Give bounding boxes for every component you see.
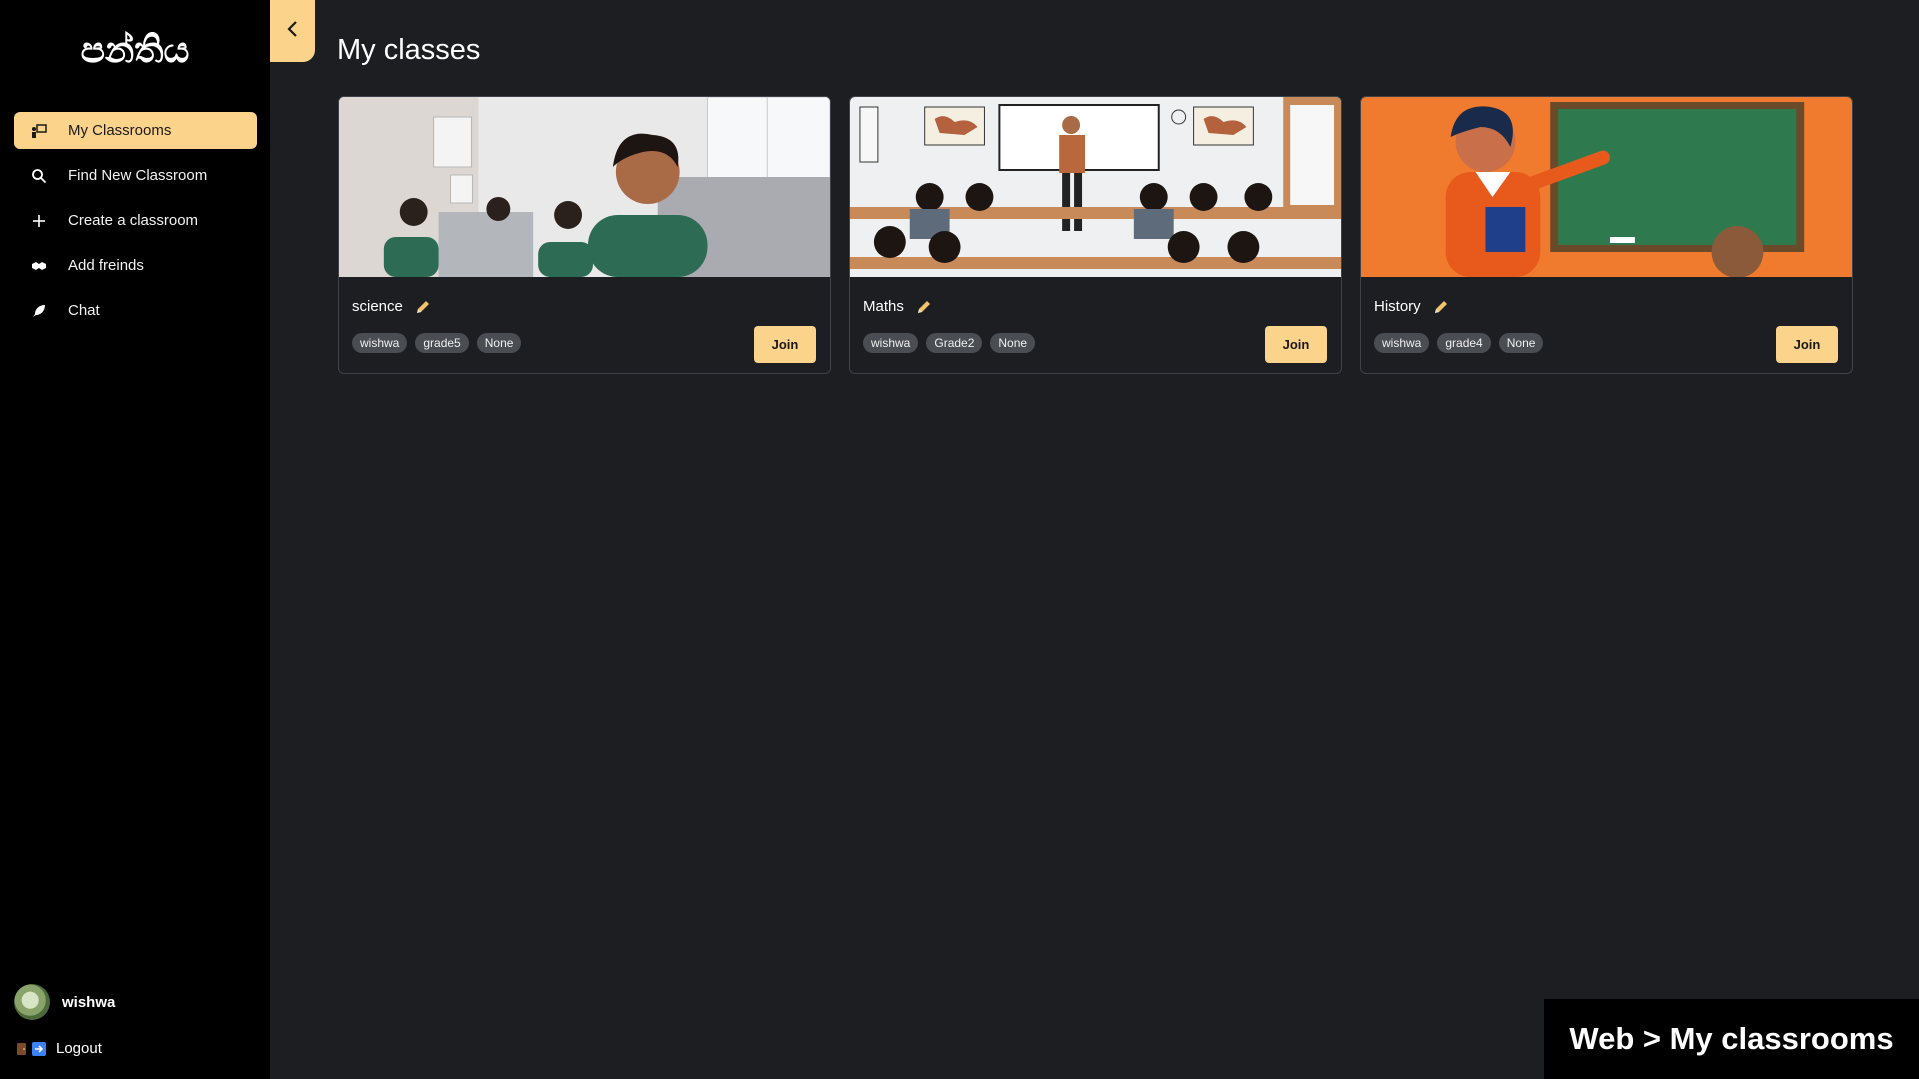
class-title-row: History [1374,298,1449,315]
sidebar-item-label: Chat [68,302,100,319]
class-card: science wishwa grade5 None Join [338,96,831,374]
sidebar: පන්තිය My Classrooms Find New Classroom … [0,0,270,1079]
handshake-icon [28,257,50,275]
page-title: My classes [337,34,481,66]
class-title-row: Maths [863,298,932,315]
tag-grade: Grade2 [926,333,983,353]
logout-icon [16,1041,48,1056]
screen-caption: Web > My classrooms [1544,999,1919,1079]
classroom-icon [28,122,50,140]
sidebar-item-label: Find New Classroom [68,167,208,184]
class-tags: wishwa Grade2 None [863,333,1036,353]
search-icon [28,167,50,185]
sidebar-item-create-classroom[interactable]: Create a classroom [14,202,257,239]
sidebar-item-chat[interactable]: Chat [14,292,257,329]
pencil-icon[interactable] [1433,299,1449,315]
tag-grade: grade5 [415,333,469,353]
plus-icon [28,212,50,230]
class-name: science [352,298,403,315]
sidebar-item-find-new-classroom[interactable]: Find New Classroom [14,157,257,194]
sidebar-item-label: Add freinds [68,257,144,274]
class-card: Maths wishwa Grade2 None Join [849,96,1342,374]
join-button[interactable]: Join [1776,326,1838,363]
sidebar-item-label: Create a classroom [68,212,199,229]
tag-extra: None [990,333,1036,353]
join-button[interactable]: Join [754,326,816,363]
tag-extra: None [476,333,522,353]
logout-label: Logout [56,1040,102,1057]
avatar [14,984,50,1020]
collapse-sidebar-button[interactable] [270,0,315,62]
tag-extra: None [1498,333,1544,353]
class-name: History [1374,298,1421,315]
sidebar-nav: My Classrooms Find New Classroom Create … [14,112,257,337]
pencil-icon[interactable] [916,299,932,315]
logout-button[interactable]: Logout [16,1040,102,1057]
tag-owner: wishwa [352,333,408,353]
tag-grade: grade4 [1437,333,1491,353]
username: wishwa [62,993,116,1011]
class-tags: wishwa grade4 None [1374,333,1544,353]
class-name: Maths [863,298,904,315]
class-cover-image [1361,97,1852,277]
tag-owner: wishwa [863,333,919,353]
tag-owner: wishwa [1374,333,1430,353]
class-cover-image [339,97,830,277]
feather-icon [28,302,50,320]
class-tags: wishwa grade5 None [352,333,522,353]
app-logo: පන්තිය [80,30,190,71]
sidebar-item-my-classrooms[interactable]: My Classrooms [14,112,257,149]
class-card-list: science wishwa grade5 None Join Maths wi… [338,96,1853,374]
join-button[interactable]: Join [1265,326,1327,363]
class-cover-image [850,97,1341,277]
chevron-left-icon [286,20,300,43]
sidebar-item-add-friends[interactable]: Add freinds [14,247,257,284]
app: පන්තිය My Classrooms Find New Classroom … [0,0,1919,1079]
sidebar-item-label: My Classrooms [68,122,172,139]
pencil-icon[interactable] [415,299,431,315]
user-profile[interactable]: wishwa [14,984,115,1020]
class-title-row: science [352,298,431,315]
class-card: History wishwa grade4 None Join [1360,96,1853,374]
